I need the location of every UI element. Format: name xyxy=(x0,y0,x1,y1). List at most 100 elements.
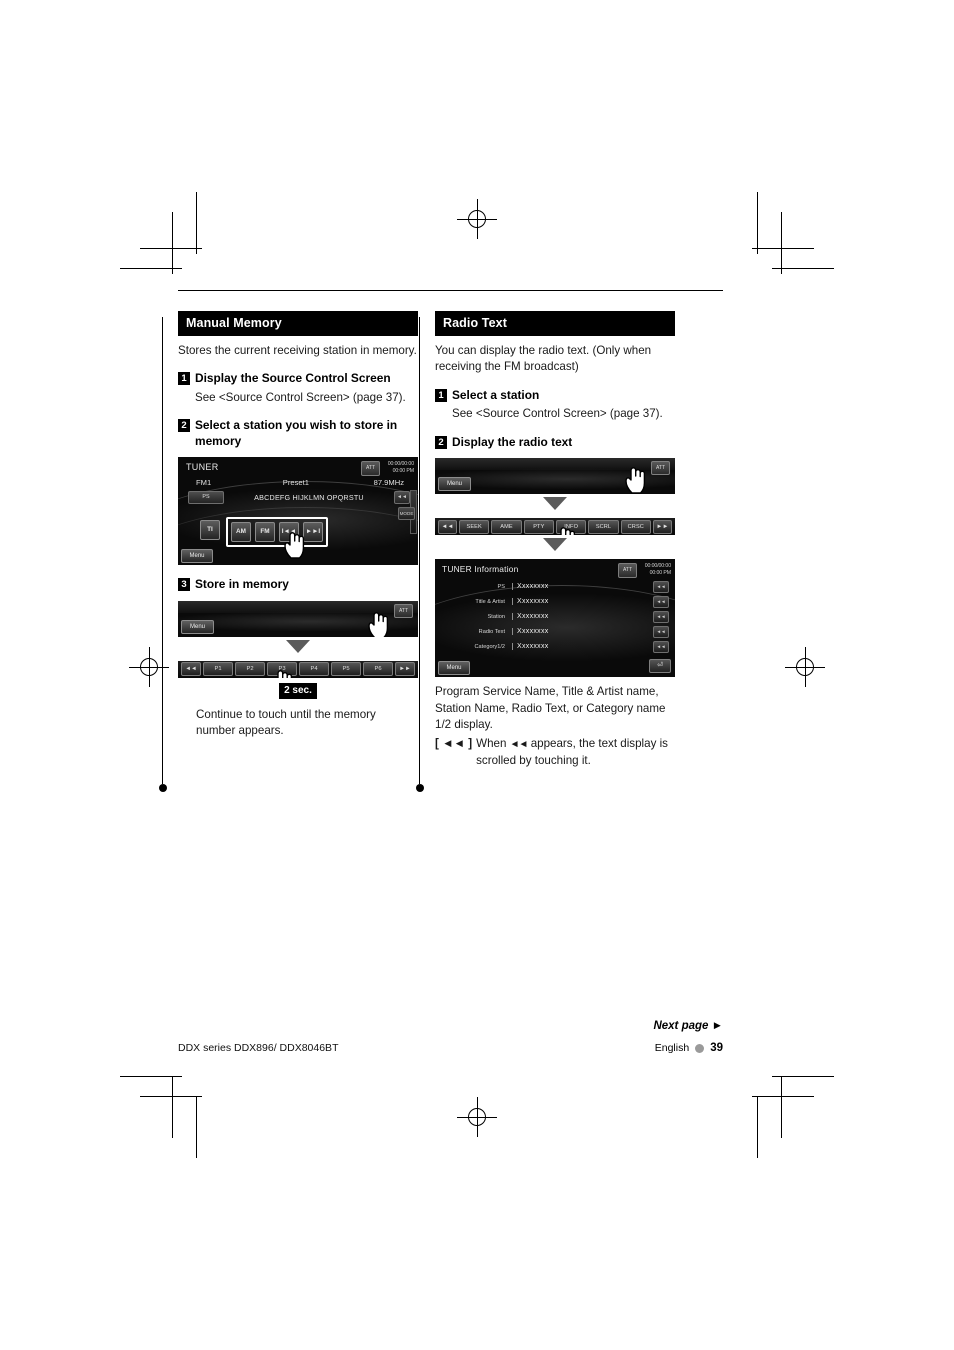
menu-button[interactable]: Menu xyxy=(181,619,214,634)
section-header-radio-text: Radio Text xyxy=(435,311,675,336)
crop-mark-bottom-right-horizontal xyxy=(752,1096,814,1097)
row-scroll-button[interactable]: ◄◄ xyxy=(653,640,669,653)
radio-text-intro: You can display the radio text. (Only wh… xyxy=(435,344,652,374)
step-1-radio-text: 1 Select a station xyxy=(435,388,675,403)
crop-mark-bottom-left-inner-horizontal xyxy=(120,1076,182,1077)
menu-button[interactable]: Menu xyxy=(438,477,471,492)
crop-mark-top-right-horizontal xyxy=(752,248,814,249)
row-label: Title & Artist xyxy=(475,598,505,605)
step-title: Select a station you wish to store in me… xyxy=(195,418,398,448)
tuner-control-cluster-highlight: AM FM I◄◄ ►►I xyxy=(226,517,328,548)
crop-mark-top-right-vertical xyxy=(757,192,758,254)
att-button[interactable]: ATT xyxy=(394,603,413,618)
function-bar-screen: ◄◄ SEEK AME PTY INFO SCRL CRSC ►► xyxy=(435,518,675,536)
att-button[interactable]: ATT xyxy=(651,461,670,476)
footer-row: DDX series DDX896/ DDX8046BT English 39 xyxy=(178,1042,723,1054)
crop-mark-top-left-inner-vertical xyxy=(172,212,173,274)
step-title: Display the Source Control Screen xyxy=(195,371,391,386)
scroll-button[interactable]: SCRL xyxy=(588,519,619,534)
page-content: Manual Memory Stores the current receivi… xyxy=(158,290,723,792)
row-scroll-button[interactable]: ◄◄ xyxy=(653,625,669,638)
step-number: 2 xyxy=(435,435,447,449)
next-page-indicator: Next page ► xyxy=(653,1020,723,1032)
manual-memory-intro: Stores the current receiving station in … xyxy=(178,344,417,357)
preset-bar-screen: ◄◄ P1 P2 P3 P4 P5 P6 ►► xyxy=(178,660,418,678)
radio-text-scroll-note: [ ◄◄ ] When ◄◄ appears, the text display… xyxy=(435,736,675,769)
preset-2-button[interactable]: P2 xyxy=(235,662,265,677)
hand-cursor-icon xyxy=(623,464,649,494)
menu-button[interactable]: Menu xyxy=(438,661,470,676)
step-title: Select a station xyxy=(452,387,540,402)
back-button[interactable]: ⏎ xyxy=(649,659,671,674)
menu-button[interactable]: Menu xyxy=(181,549,213,564)
ps-tag: PS xyxy=(188,491,224,505)
frequency-display: 87.9MHz xyxy=(373,478,404,488)
crop-mark-top-left-horizontal xyxy=(140,248,202,249)
ps-value: ABCDEFG HIJKLMN OPQRSTU xyxy=(254,493,364,503)
step-number: 2 xyxy=(178,419,190,433)
row-scroll-button[interactable]: ◄◄ xyxy=(653,610,669,623)
info-row-category: Category1/2 Xxxxxxxx ◄◄ xyxy=(443,639,669,654)
crop-mark-bottom-left-vertical xyxy=(196,1096,197,1158)
flow-arrow-down-icon xyxy=(435,538,675,552)
fm-button[interactable]: FM xyxy=(255,522,275,543)
preset-nav-right-button[interactable]: ►► xyxy=(395,662,415,677)
seek-button[interactable]: SEEK xyxy=(459,519,490,534)
step-3-manual-memory: 3 Store in memory xyxy=(178,577,418,592)
crsc-button[interactable]: CRSC xyxy=(620,519,651,534)
am-button[interactable]: AM xyxy=(231,522,251,543)
step-1-subtext: See <Source Control Screen> (page 37). xyxy=(195,390,406,404)
page-bullet-icon xyxy=(695,1043,705,1053)
header-rule xyxy=(178,290,723,291)
registration-mark-bottom xyxy=(457,1097,497,1137)
preset-nav-left-button[interactable]: ◄◄ xyxy=(181,662,201,677)
crop-mark-bottom-right-inner-horizontal xyxy=(772,1076,834,1077)
hand-cursor-icon xyxy=(366,609,392,637)
info-row-ps: PS Xxxxxxxx ◄◄ xyxy=(443,579,669,594)
row-scroll-button[interactable]: ◄◄ xyxy=(653,595,669,608)
band-indicator: FM1 xyxy=(196,478,212,488)
tuner-status-row: FM1 Preset1 87.9MHz xyxy=(178,478,418,487)
info-row-radio-text: Radio Text Xxxxxxxx ◄◄ xyxy=(443,624,669,639)
tuner-information-screen: TUNER Information ATT 00:00/00:00 00:00 … xyxy=(435,559,675,678)
row-label: PS xyxy=(497,583,505,590)
crop-mark-bottom-right-inner-vertical xyxy=(781,1076,782,1138)
att-button[interactable]: ATT xyxy=(618,563,637,579)
row-scroll-button[interactable]: ◄◄ xyxy=(653,580,669,593)
ame-button[interactable]: AME xyxy=(491,519,522,534)
function-nav-left-button[interactable]: ◄◄ xyxy=(438,519,457,534)
scroll-icon[interactable]: ◄◄ xyxy=(394,491,410,505)
pty-button[interactable]: PTY xyxy=(523,519,554,534)
program-service-row: PS ABCDEFG HIJKLMN OPQRSTU ◄◄ xyxy=(188,491,410,505)
two-column-layout: Manual Memory Stores the current receivi… xyxy=(158,311,723,792)
registration-mark-top xyxy=(457,199,497,239)
tuner-screen-title: TUNER xyxy=(186,462,219,473)
row-value: Xxxxxxxx xyxy=(512,613,649,621)
hand-cursor-icon xyxy=(553,524,579,536)
divider-end-dot xyxy=(158,784,167,792)
ti-button[interactable]: TI xyxy=(200,520,220,541)
function-nav-right-button[interactable]: ►► xyxy=(652,519,672,534)
mode-button[interactable]: MODE xyxy=(398,507,415,521)
row-value: Xxxxxxxx xyxy=(512,643,649,651)
radio-text-caption: Program Service Name, Title & Artist nam… xyxy=(435,685,666,731)
clock-line-2: 00:00 PM xyxy=(649,569,672,576)
row-value: Xxxxxxxx xyxy=(512,598,649,606)
page-footer: Next page ► DDX series DDX896/ DDX8046BT… xyxy=(178,1020,723,1054)
crop-mark-top-left-inner-horizontal xyxy=(120,268,182,269)
hand-cursor-icon xyxy=(270,667,296,678)
att-button[interactable]: ATT xyxy=(361,461,380,477)
preset-4-button[interactable]: P4 xyxy=(299,662,329,677)
preset-6-button[interactable]: P6 xyxy=(363,662,393,677)
preset-1-button[interactable]: P1 xyxy=(203,662,233,677)
preset-5-button[interactable]: P5 xyxy=(331,662,361,677)
info-row-station: Station Xxxxxxxx ◄◄ xyxy=(443,609,669,624)
step-title: Store in memory xyxy=(195,577,289,592)
hand-cursor-icon xyxy=(282,529,308,559)
model-name: DDX series DDX896/ DDX8046BT xyxy=(178,1042,339,1054)
step-1-subtext: See <Source Control Screen> (page 37). xyxy=(452,407,663,421)
flow-arrow-down-icon xyxy=(435,497,675,511)
section-header-manual-memory: Manual Memory xyxy=(178,311,418,336)
step-title: Display the radio text xyxy=(452,434,573,449)
page-indicator: English 39 xyxy=(655,1042,723,1054)
